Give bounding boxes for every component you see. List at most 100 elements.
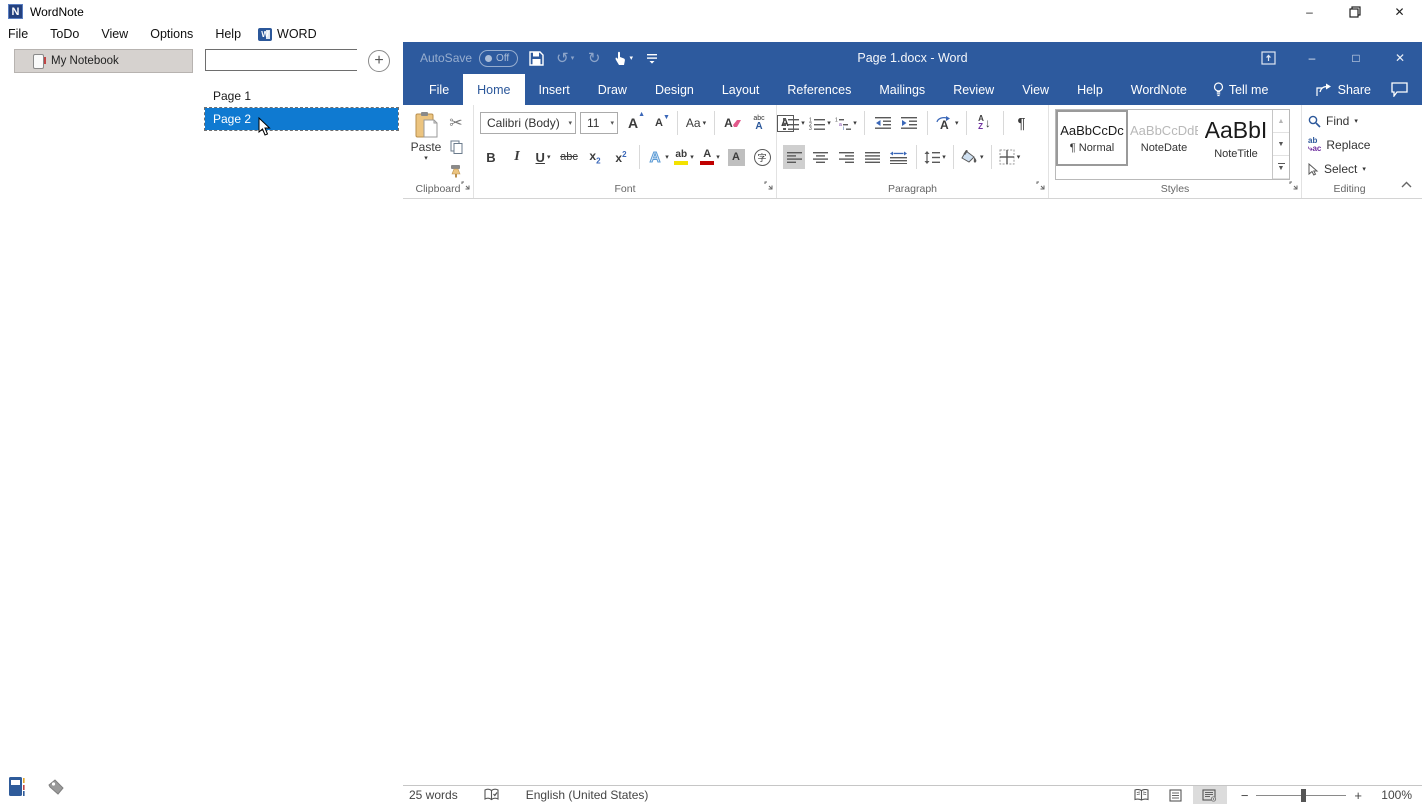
increase-indent-button[interactable] [898,111,920,135]
word-maximize-button[interactable]: □ [1334,42,1378,74]
print-layout-button[interactable] [1159,786,1193,804]
sort-button[interactable]: AZ↓ [974,111,996,135]
copy-button[interactable] [445,138,467,157]
menu-word[interactable]: W WORD [252,23,323,45]
word-count[interactable]: 25 words [409,788,458,802]
superscript-button[interactable]: x2 [610,145,632,169]
bullets-button[interactable]: ▾ [783,111,805,135]
replace-button[interactable]: ab⤷ac Replace [1308,135,1370,155]
bold-button[interactable]: B [480,145,502,169]
word-minimize-button[interactable]: – [1290,42,1334,74]
tab-insert[interactable]: Insert [525,74,584,105]
styles-dialog-launcher[interactable] [1289,177,1298,195]
subscript-button[interactable]: x2 [584,145,606,169]
app-close-button[interactable]: ✕ [1377,0,1422,23]
align-right-button[interactable] [835,145,857,169]
borders-button[interactable]: ▾ [999,145,1021,169]
style-notetitle[interactable]: AaBbI NoteTitle [1200,110,1272,166]
tab-view[interactable]: View [1008,74,1063,105]
proofing-icon[interactable] [484,788,500,802]
tab-help[interactable]: Help [1063,74,1117,105]
customize-qat-button[interactable] [641,46,663,70]
styles-more-button[interactable]: ▼ [1273,156,1289,179]
tab-references[interactable]: References [773,74,865,105]
notebook-button[interactable]: My Notebook [14,49,193,73]
underline-button[interactable]: U▾ [532,145,554,169]
document-area[interactable] [403,199,1422,785]
font-name-select[interactable]: Calibri (Body) ▾ [480,112,576,134]
multilevel-list-button[interactable]: 1ai ▾ [835,111,857,135]
tab-wordnote[interactable]: WordNote [1117,74,1201,105]
app-minimize-button[interactable]: – [1287,0,1332,23]
change-case-button[interactable]: Aa▾ [685,111,707,135]
text-highlight-button[interactable]: ab ▾ [673,145,695,169]
font-color-button[interactable]: A ▾ [699,145,721,169]
text-effects-button[interactable]: A ▾ [647,145,669,169]
web-layout-button[interactable] [1193,786,1227,804]
styles-scroll-up-button[interactable]: ▲ [1273,110,1289,133]
save-button[interactable] [525,46,547,70]
menu-file[interactable]: File [0,23,39,45]
paragraph-dialog-launcher[interactable] [1036,177,1045,195]
share-button[interactable]: Share [1302,83,1385,97]
notebook-save-icon[interactable] [8,776,25,797]
menu-todo[interactable]: ToDo [39,23,90,45]
app-restore-button[interactable] [1332,0,1377,23]
tab-file[interactable]: File [415,74,463,105]
zoom-slider-thumb[interactable] [1301,789,1306,802]
zoom-slider[interactable] [1256,795,1346,796]
autosave-toggle[interactable]: Off [479,50,518,67]
justify-button[interactable] [861,145,883,169]
phonetic-guide-button[interactable]: abcA [748,111,770,135]
strikethrough-button[interactable]: abc [558,145,580,169]
zoom-level[interactable]: 100% [1370,788,1412,802]
clear-formatting-button[interactable]: A [722,111,744,135]
zoom-in-button[interactable]: + [1354,788,1362,803]
show-hide-marks-button[interactable]: ¶ [1011,111,1033,135]
grow-font-button[interactable]: A▲ [622,111,644,135]
font-size-select[interactable]: 11 ▾ [580,112,618,134]
page-item-2[interactable]: Page 2 [205,108,398,130]
tab-layout[interactable]: Layout [708,74,774,105]
word-close-button[interactable]: ✕ [1378,42,1422,74]
asian-layout-button[interactable]: A ▾ [935,111,959,135]
line-spacing-button[interactable]: ▾ [924,145,946,169]
tags-icon[interactable] [47,779,65,795]
tab-home[interactable]: Home [463,74,524,105]
numbering-button[interactable]: 123 ▾ [809,111,831,135]
menu-view[interactable]: View [90,23,139,45]
distribute-button[interactable] [887,145,909,169]
menu-help[interactable]: Help [204,23,252,45]
style-normal[interactable]: AaBbCcDc ¶ Normal [1056,110,1128,166]
align-center-button[interactable] [809,145,831,169]
read-mode-button[interactable] [1125,786,1159,804]
align-left-button[interactable] [783,145,805,169]
italic-button[interactable]: I [506,145,528,169]
shrink-font-button[interactable]: A▼ [648,111,670,135]
cut-button[interactable]: ✂ [445,113,467,133]
search-input[interactable] [206,50,369,70]
character-shading-button[interactable]: A [725,145,747,169]
zoom-out-button[interactable]: − [1241,788,1249,803]
styles-scroll-down-button[interactable]: ▼ [1273,133,1289,156]
enclose-characters-button[interactable]: 字 [751,145,773,169]
decrease-indent-button[interactable] [872,111,894,135]
comments-button[interactable] [1385,82,1422,97]
collapse-ribbon-button[interactable] [1401,175,1412,193]
style-notedate[interactable]: AaBbCcDdE NoteDate [1128,110,1200,166]
clipboard-dialog-launcher[interactable] [461,177,470,195]
paste-button[interactable]: Paste ▾ [409,109,443,180]
undo-button[interactable]: ↺▾ [554,46,576,70]
tab-draw[interactable]: Draw [584,74,641,105]
ribbon-display-options-button[interactable] [1246,42,1290,74]
tab-review[interactable]: Review [939,74,1008,105]
font-dialog-launcher[interactable] [764,177,773,195]
tab-design[interactable]: Design [641,74,708,105]
menu-options[interactable]: Options [139,23,204,45]
language-status[interactable]: English (United States) [526,788,649,802]
tell-me-button[interactable]: Tell me [1201,74,1281,105]
redo-button[interactable]: ↻ [583,46,605,70]
tab-mailings[interactable]: Mailings [865,74,939,105]
shading-button[interactable]: ▾ [961,145,984,169]
page-item-1[interactable]: Page 1 [205,85,398,107]
